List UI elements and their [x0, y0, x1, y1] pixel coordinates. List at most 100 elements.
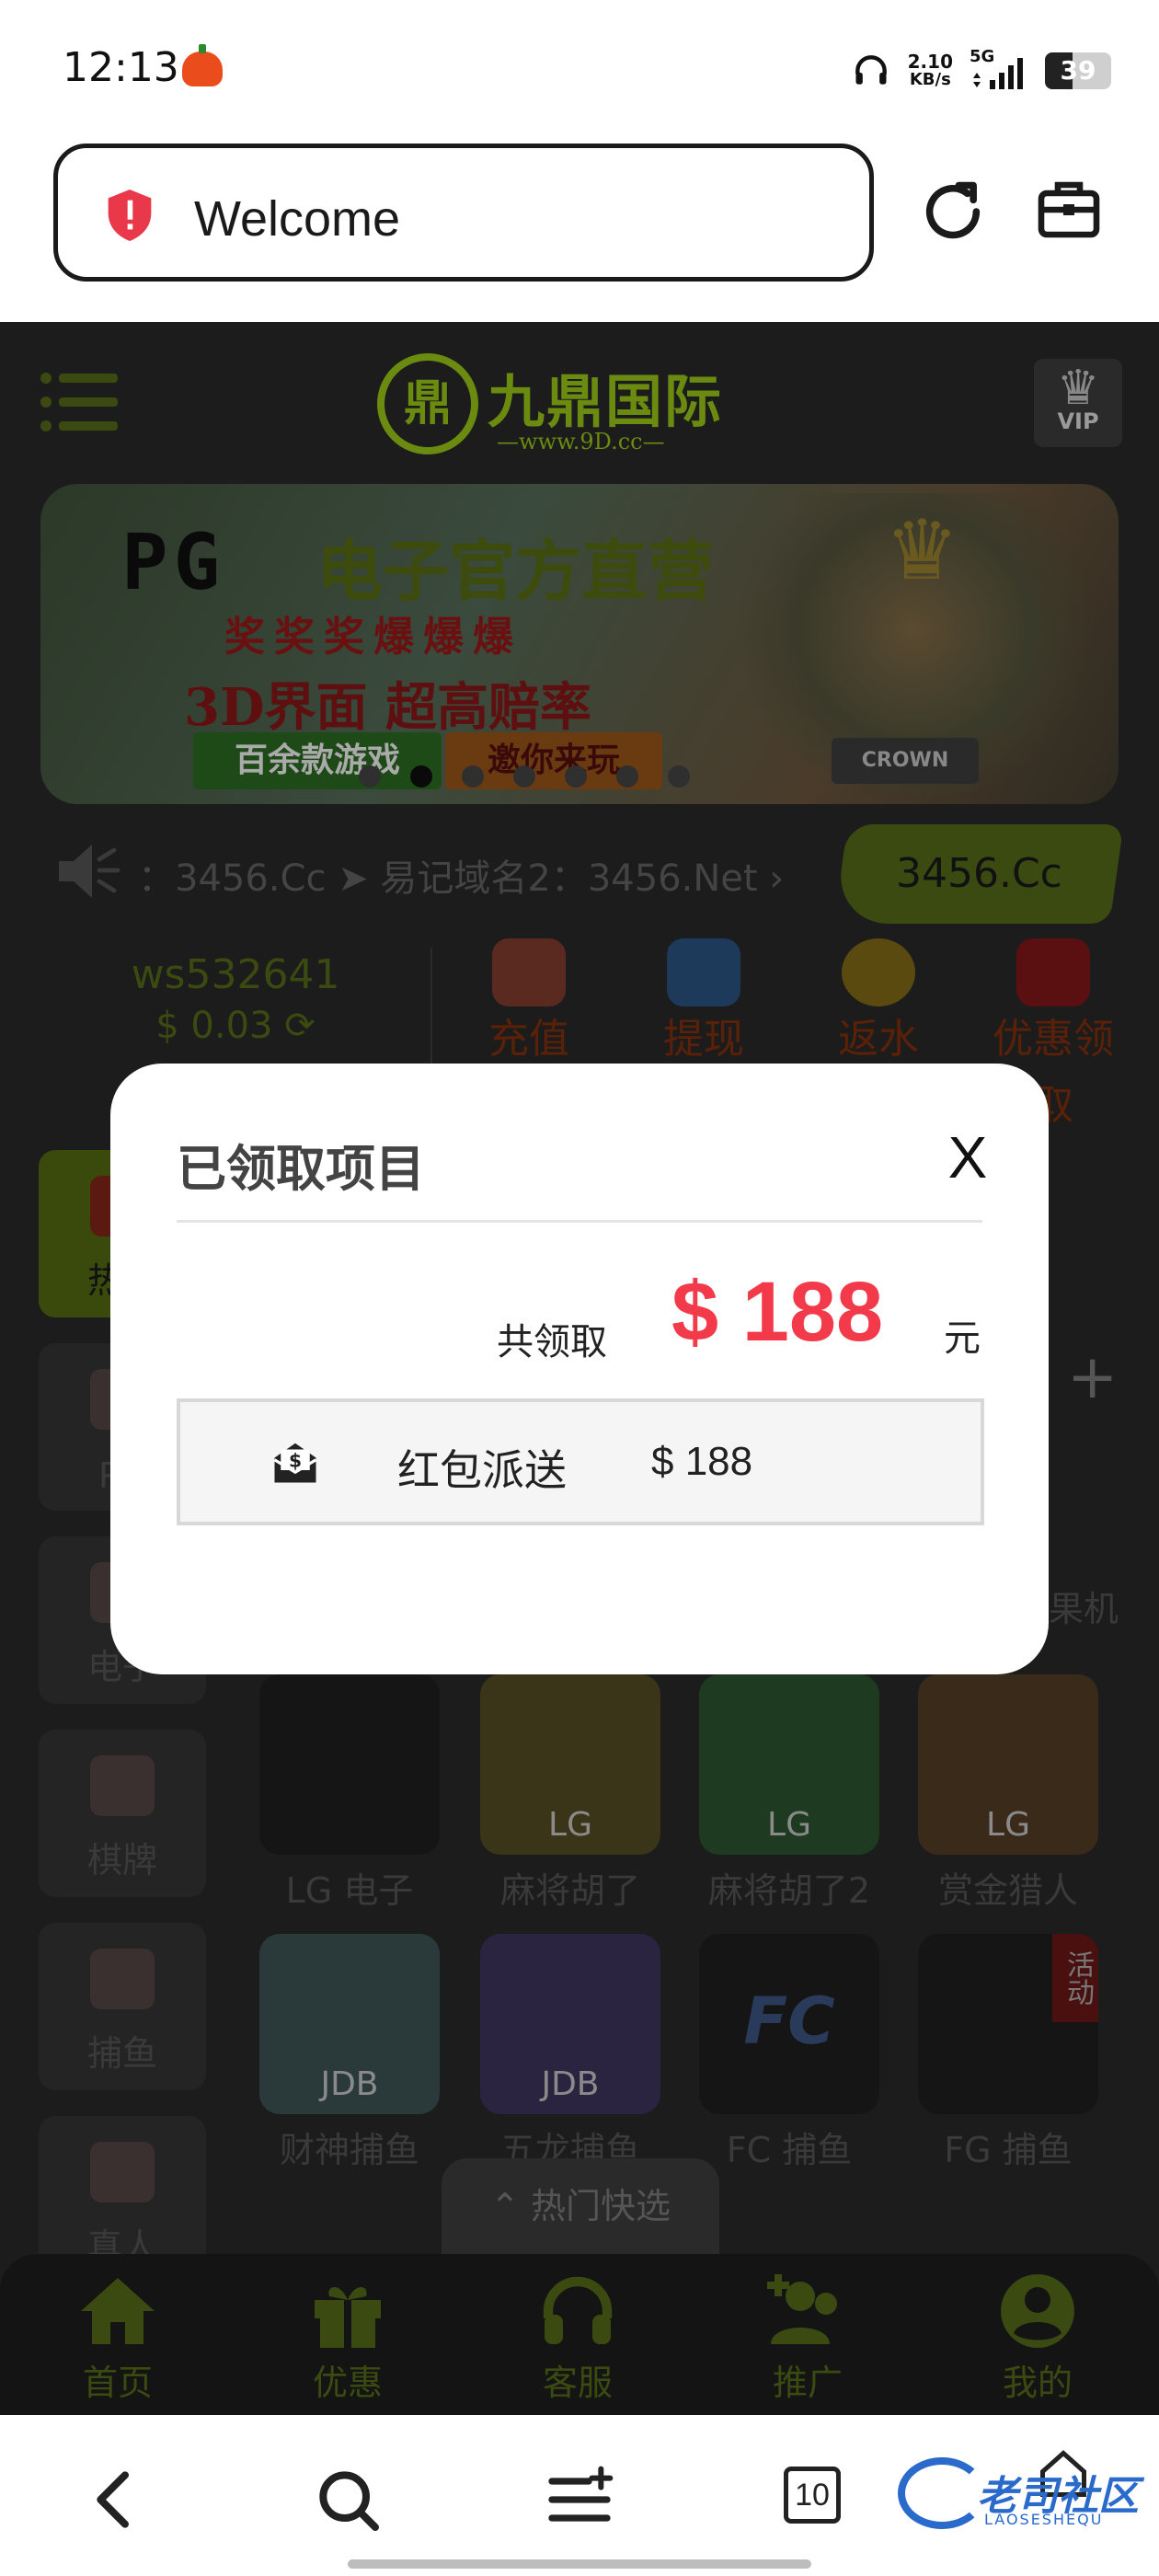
item-amount: $ 188	[651, 1439, 753, 1484]
fg-logo-icon: 活动	[918, 1934, 1098, 2114]
game-tile[interactable]: LG 麻将胡了	[478, 1674, 662, 1913]
deposit-button[interactable]: 充值	[451, 938, 607, 1067]
vip-button[interactable]: VIP	[1034, 359, 1122, 447]
toolbox-icon[interactable]	[1036, 177, 1102, 243]
claimed-items-modal: 已领取项目 X 共领取 $ 188 元 $ 红包派送 $ 188	[110, 1064, 1049, 1674]
promo-banner[interactable]: PG 电子官方直营 奖奖奖爆爆爆 3D界面 超高赔率 百余款游戏 邀你来玩 ♛ …	[40, 484, 1119, 804]
hamburger-menu-icon[interactable]	[40, 372, 120, 432]
user-circle-icon	[1001, 2274, 1074, 2348]
gift-tag-icon	[1016, 938, 1090, 1006]
carousel-dots	[359, 765, 690, 788]
banner-badge: CROWN	[832, 738, 979, 784]
gift-icon	[315, 2287, 381, 2348]
menu-list-icon[interactable]	[543, 2463, 616, 2536]
game-tile[interactable]: FC FC 捕鱼	[697, 1934, 881, 2172]
quick-actions: 充值 提现 返水 优惠领取	[451, 938, 1131, 1129]
add-users-icon	[767, 2274, 837, 2344]
rebate-button[interactable]: 返水	[800, 938, 957, 1067]
carousel-dot[interactable]	[616, 765, 638, 788]
watermark-logo: 老司社区 LAOSESHEQU	[898, 2450, 1146, 2535]
crown-icon: ♛	[885, 502, 959, 599]
nav-support[interactable]: 客服	[486, 2267, 670, 2407]
reload-icon[interactable]	[918, 177, 988, 247]
balance: $ 0.03	[155, 1005, 273, 1047]
partial-game-label: 果机	[1049, 1589, 1119, 1629]
game-tile[interactable]: LG 电子	[258, 1674, 442, 1913]
carousel-dot-active[interactable]	[410, 765, 432, 788]
address-bar[interactable]: Welcome	[53, 144, 874, 282]
chevron-up-icon: ⌃	[490, 2186, 531, 2226]
mahjong-thumb: LG	[480, 1674, 660, 1855]
address-text[interactable]: Welcome	[194, 190, 400, 247]
refresh-balance-icon[interactable]: ⟳	[284, 1005, 316, 1047]
back-icon[interactable]	[79, 2463, 153, 2536]
carousel-dot[interactable]	[565, 765, 587, 788]
notification-app-icon	[182, 44, 223, 86]
home-icon	[81, 2278, 155, 2344]
battery-icon: 39	[1045, 52, 1111, 89]
site-logo[interactable]: 鼎 九鼎国际 —www.9D.cc—	[377, 350, 782, 460]
modal-title: 已领取项目	[177, 1140, 425, 1198]
total-amount: $ 188	[671, 1265, 884, 1359]
lg-logo-icon	[259, 1674, 440, 1855]
category-fishing[interactable]: 捕鱼	[39, 1923, 206, 2090]
announcement-marquee: ：3456.Cc ➤ 易记域名2：3456.Net › 3456.Cc	[0, 824, 1159, 924]
status-bar: 12:13 2.10 KB/s 5G 39	[0, 0, 1159, 138]
clock: 12:13	[63, 44, 179, 91]
banner-character-art: ♛ CROWN	[721, 493, 1107, 797]
nav-home[interactable]: 首页	[26, 2267, 210, 2407]
nav-profile[interactable]: 我的	[946, 2267, 1130, 2407]
security-shield-icon[interactable]	[104, 187, 155, 244]
search-icon[interactable]	[311, 2463, 384, 2536]
money-bag-icon	[492, 938, 566, 1006]
headphones-icon	[855, 55, 887, 85]
withdraw-button[interactable]: 提现	[625, 938, 782, 1067]
category-cards[interactable]: 棋牌	[39, 1730, 206, 1897]
carousel-dot[interactable]	[462, 765, 484, 788]
domain-button[interactable]: 3456.Cc	[833, 824, 1124, 924]
speaker-icon	[59, 845, 120, 898]
nav-referral[interactable]: 推广	[716, 2267, 900, 2407]
balance-row: $ 0.03 ⟳	[40, 1003, 430, 1049]
card-icon	[667, 938, 740, 1006]
divider	[177, 1220, 982, 1223]
banner-tagline: 奖奖奖爆爆爆	[224, 614, 522, 661]
site-bottom-nav: 首页 优惠 客服 推广 我的	[0, 2254, 1159, 2415]
hot-quick-select-button[interactable]: ⌃ 热门快选	[442, 2158, 719, 2254]
claimed-item-row: $ 红包派送 $ 188	[177, 1398, 984, 1525]
watermark-emblem	[898, 2457, 986, 2529]
fisher-icon	[90, 1949, 155, 2009]
total-prefix: 共领取	[497, 1321, 607, 1363]
game-tile[interactable]: JDB 财神捕鱼	[258, 1934, 442, 2172]
tabs-count-button[interactable]: 10	[784, 2467, 841, 2524]
total-suffix: 元	[944, 1317, 981, 1360]
red-envelope-icon: $	[273, 1443, 317, 1483]
game-tile[interactable]: LG 赏金猎人	[916, 1674, 1100, 1913]
game-tile[interactable]: LG 麻将胡了2	[697, 1674, 881, 1913]
marquee-text: ：3456.Cc ➤ 易记域名2：3456.Net ›	[138, 857, 785, 900]
site-header: 鼎 九鼎国际 —www.9D.cc— VIP	[0, 322, 1159, 478]
carousel-dot[interactable]	[359, 765, 381, 788]
browser-bottom-bar: 10 老司社区 LAOSESHEQU	[0, 2415, 1159, 2576]
fc-logo-icon: FC	[699, 1934, 879, 2114]
status-icons: 2.10 KB/s 5G 39	[851, 47, 1111, 94]
item-name: 红包派送	[397, 1445, 567, 1495]
game-tile[interactable]: 活动 FG 捕鱼	[916, 1934, 1100, 2172]
banner-subheadline: 3D界面 超高赔率	[184, 677, 592, 738]
coin-icon	[842, 938, 915, 1006]
roulette-icon	[90, 2142, 155, 2202]
nav-promotions[interactable]: 优惠	[256, 2267, 440, 2407]
home-indicator[interactable]	[348, 2559, 811, 2569]
carousel-dot[interactable]	[668, 765, 690, 788]
banner-headline: 电子官方直营	[316, 533, 715, 610]
plus-icon[interactable]: +	[1067, 1341, 1118, 1412]
close-button[interactable]: X	[935, 1124, 1001, 1190]
signal-icon: 5G	[970, 47, 1028, 91]
promo-claim-button[interactable]: 优惠领取	[975, 938, 1131, 1129]
bounty-hunter-thumb: LG	[918, 1674, 1098, 1855]
mahjong2-thumb: LG	[699, 1674, 879, 1855]
carousel-dot[interactable]	[513, 765, 535, 788]
game-tile[interactable]: JDB 五龙捕鱼	[478, 1934, 662, 2172]
logo-emblem: 鼎	[377, 353, 478, 454]
browser-toolbar: Welcome	[0, 138, 1159, 322]
